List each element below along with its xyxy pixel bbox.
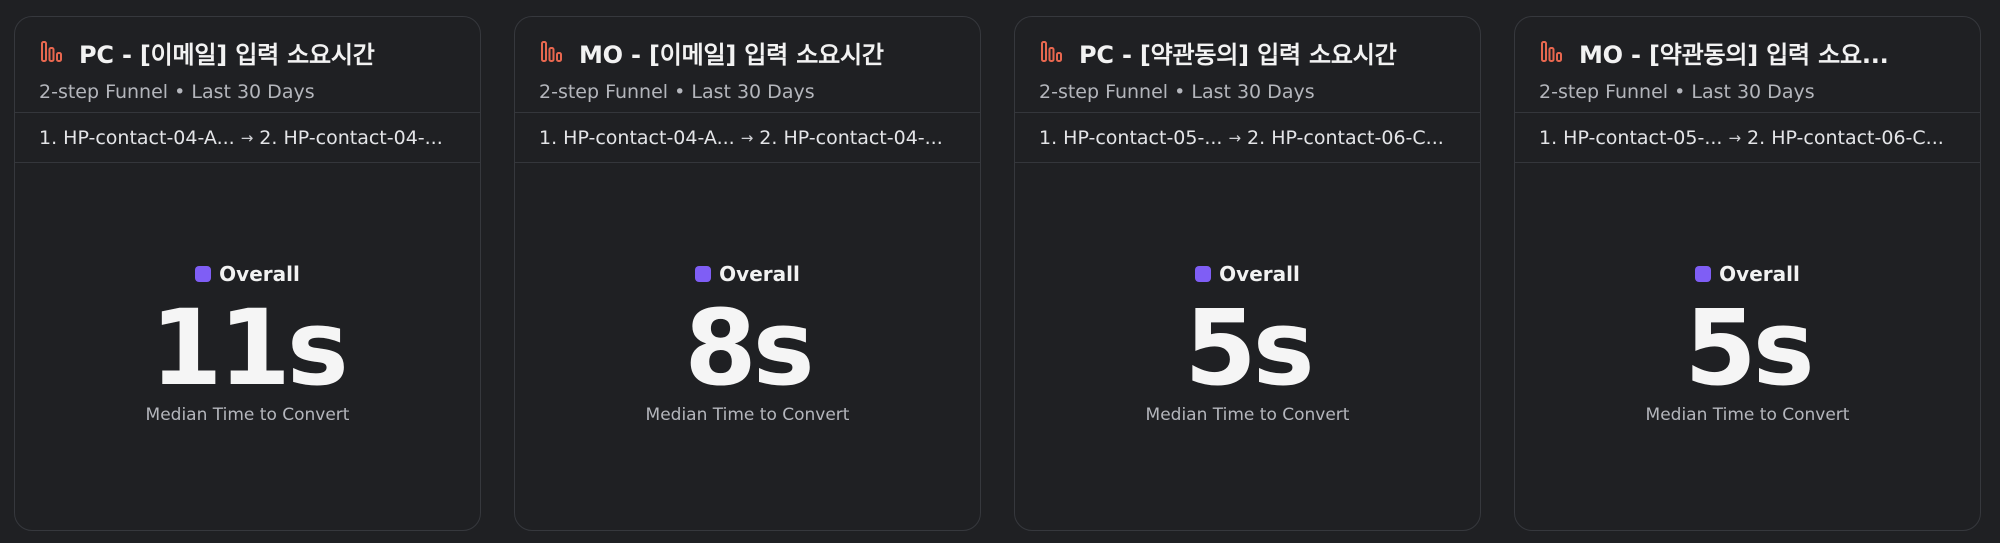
bar-chart-icon bbox=[41, 41, 62, 62]
bar-chart-icon bbox=[1541, 41, 1562, 62]
funnel-card[interactable]: MO - [약관동의] 입력 소요... 2-step Funnel • Las… bbox=[1514, 16, 1981, 531]
legend-swatch bbox=[195, 266, 212, 282]
card-title[interactable]: PC - [약관동의] 입력 소요시간 bbox=[1079, 35, 1397, 70]
arrow-right-icon: → bbox=[1228, 128, 1242, 147]
legend-swatch bbox=[695, 266, 712, 282]
funnel-steps: 1. HP-contact-04-A... → 2. HP-contact-04… bbox=[15, 113, 480, 163]
bar-chart-icon bbox=[1041, 41, 1062, 62]
legend: Overall bbox=[695, 260, 800, 288]
median-time-value: 5s bbox=[1684, 287, 1814, 409]
funnel-step-2: 2. HP-contact-06-C... bbox=[1747, 126, 1944, 149]
arrow-right-icon: → bbox=[740, 128, 754, 147]
legend-swatch bbox=[1195, 266, 1212, 282]
card-header: PC - [이메일] 입력 소요시간 2-step Funnel • Last … bbox=[15, 17, 480, 113]
legend-label: Overall bbox=[219, 262, 300, 286]
funnel-step-2: 2. HP-contact-04-... bbox=[759, 126, 943, 149]
legend-swatch bbox=[1695, 266, 1712, 282]
metric-block: Overall 8s Median Time to Convert bbox=[515, 260, 980, 425]
median-time-value: 11s bbox=[150, 287, 349, 409]
card-subtitle: 2-step Funnel • Last 30 Days bbox=[539, 81, 815, 103]
metric-block: Overall 5s Median Time to Convert bbox=[1515, 260, 1980, 425]
metric-block: Overall 5s Median Time to Convert bbox=[1015, 260, 1480, 425]
card-title[interactable]: MO - [이메일] 입력 소요시간 bbox=[579, 35, 884, 70]
card-title-row: MO - [약관동의] 입력 소요... bbox=[1539, 35, 1956, 69]
card-subtitle: 2-step Funnel • Last 30 Days bbox=[1039, 81, 1315, 103]
legend: Overall bbox=[1195, 260, 1300, 288]
card-title[interactable]: PC - [이메일] 입력 소요시간 bbox=[79, 35, 375, 70]
funnel-steps: 1. HP-contact-04-A... → 2. HP-contact-04… bbox=[515, 113, 980, 163]
card-subtitle: 2-step Funnel • Last 30 Days bbox=[1539, 81, 1815, 103]
card-title[interactable]: MO - [약관동의] 입력 소요... bbox=[1579, 35, 1889, 70]
card-header: MO - [이메일] 입력 소요시간 2-step Funnel • Last … bbox=[515, 17, 980, 113]
card-title-row: PC - [약관동의] 입력 소요시간 bbox=[1039, 35, 1456, 69]
legend-label: Overall bbox=[1719, 262, 1800, 286]
card-header: PC - [약관동의] 입력 소요시간 2-step Funnel • Last… bbox=[1015, 17, 1480, 113]
arrow-right-icon: → bbox=[1728, 128, 1742, 147]
funnel-step-1: 1. HP-contact-05-... bbox=[1039, 126, 1223, 149]
metric-caption: Median Time to Convert bbox=[1645, 405, 1850, 425]
card-subtitle: 2-step Funnel • Last 30 Days bbox=[39, 81, 315, 103]
funnel-step-1: 1. HP-contact-05-... bbox=[1539, 126, 1723, 149]
legend: Overall bbox=[195, 260, 300, 288]
funnel-step-2: 2. HP-contact-04-... bbox=[259, 126, 443, 149]
legend: Overall bbox=[1695, 260, 1800, 288]
funnel-step-1: 1. HP-contact-04-A... bbox=[539, 126, 735, 149]
card-title-row: PC - [이메일] 입력 소요시간 bbox=[39, 35, 456, 69]
funnel-card[interactable]: PC - [이메일] 입력 소요시간 2-step Funnel • Last … bbox=[14, 16, 481, 531]
bar-chart-icon bbox=[541, 41, 562, 62]
card-header: MO - [약관동의] 입력 소요... 2-step Funnel • Las… bbox=[1515, 17, 1980, 113]
metric-block: Overall 11s Median Time to Convert bbox=[15, 260, 480, 425]
arrow-right-icon: → bbox=[240, 128, 254, 147]
legend-label: Overall bbox=[719, 262, 800, 286]
funnel-step-1: 1. HP-contact-04-A... bbox=[39, 126, 235, 149]
metric-caption: Median Time to Convert bbox=[1145, 405, 1350, 425]
funnel-steps: 1. HP-contact-05-... → 2. HP-contact-06-… bbox=[1015, 113, 1480, 163]
median-time-value: 5s bbox=[1184, 287, 1314, 409]
funnel-card[interactable]: PC - [약관동의] 입력 소요시간 2-step Funnel • Last… bbox=[1014, 16, 1481, 531]
median-time-value: 8s bbox=[684, 287, 814, 409]
metric-caption: Median Time to Convert bbox=[645, 405, 850, 425]
funnel-card[interactable]: MO - [이메일] 입력 소요시간 2-step Funnel • Last … bbox=[514, 16, 981, 531]
metric-caption: Median Time to Convert bbox=[145, 405, 350, 425]
legend-label: Overall bbox=[1219, 262, 1300, 286]
funnel-step-2: 2. HP-contact-06-C... bbox=[1247, 126, 1444, 149]
card-title-row: MO - [이메일] 입력 소요시간 bbox=[539, 35, 956, 69]
funnel-steps: 1. HP-contact-05-... → 2. HP-contact-06-… bbox=[1515, 113, 1980, 163]
